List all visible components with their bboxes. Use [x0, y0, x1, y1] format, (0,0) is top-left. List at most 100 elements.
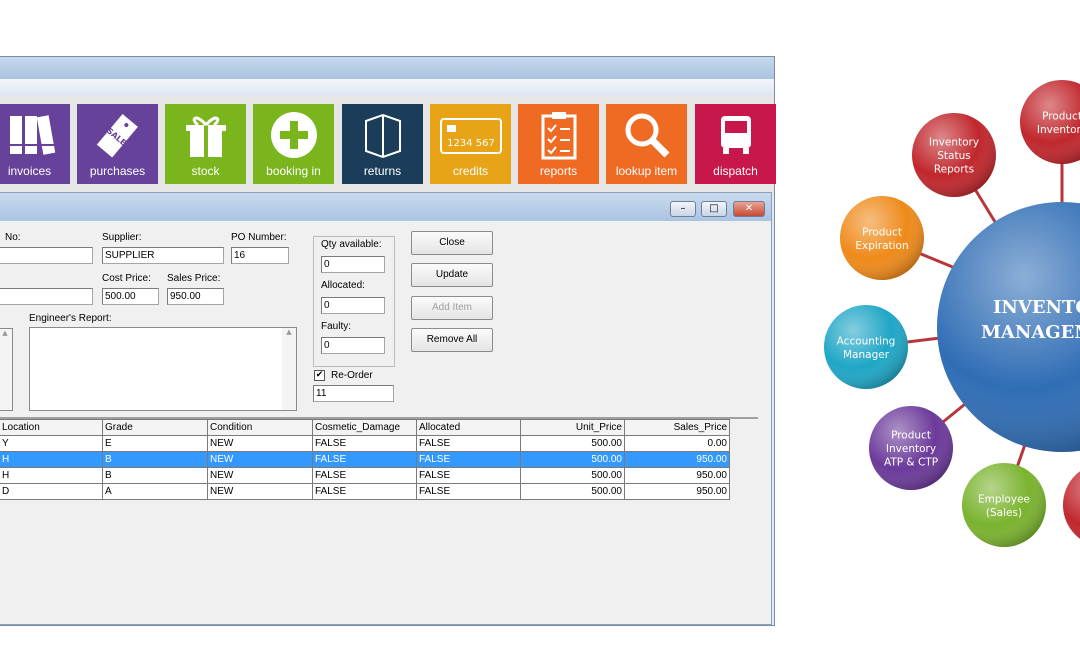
engineers-report-textarea[interactable]: ▲	[29, 327, 297, 411]
node-circle	[1063, 471, 1080, 539]
diagram-node: Employee (Sales)	[962, 463, 1046, 547]
menu-strip	[0, 79, 774, 96]
remove-all-button[interactable]: Remove All	[411, 328, 493, 352]
table-cell[interactable]: FALSE	[416, 467, 521, 484]
tile-lookup-item[interactable]: lookup item	[606, 104, 687, 184]
node-label: Status	[937, 150, 970, 162]
table-cell[interactable]: 500.00	[520, 451, 625, 468]
po-number-field[interactable]: 16	[231, 247, 289, 264]
qty-available-field[interactable]: 0	[321, 256, 385, 273]
reorder-checkbox[interactable]: ✔	[314, 370, 325, 381]
table-cell[interactable]: NEW	[207, 451, 313, 468]
sales-price-field[interactable]: 950.00	[167, 288, 224, 305]
table-cell[interactable]: FALSE	[312, 435, 417, 452]
cost-price-field[interactable]: 500.00	[102, 288, 159, 305]
table-cell[interactable]: FALSE	[416, 435, 521, 452]
minimize-button[interactable]: –	[670, 201, 696, 217]
reorder-field[interactable]: 11	[313, 385, 394, 402]
update-button[interactable]: Update	[411, 263, 493, 287]
table-cell[interactable]: 950.00	[624, 451, 730, 468]
table-cell[interactable]: D	[0, 483, 103, 500]
table-cell[interactable]: 0.00	[624, 435, 730, 452]
tile-credits[interactable]: 1234 567 credits	[430, 104, 511, 184]
table-cell[interactable]: 950.00	[624, 483, 730, 500]
dialog-title-bar: – □ ✕	[0, 193, 771, 221]
column-header[interactable]: Unit_Price	[520, 419, 625, 436]
tile-label: booking in	[266, 164, 321, 178]
table-cell[interactable]: FALSE	[416, 483, 521, 500]
table-cell[interactable]: 950.00	[624, 467, 730, 484]
table-cell[interactable]: 500.00	[520, 435, 625, 452]
sales-price-label: Sales Price:	[167, 273, 221, 284]
add-item-button[interactable]: Add Item	[411, 296, 493, 320]
plus-circle-icon	[253, 110, 334, 160]
node-label: (Sales)	[986, 507, 1022, 519]
credit-card-icon: 1234 567	[430, 110, 511, 160]
table-cell[interactable]: A	[102, 483, 208, 500]
tile-returns[interactable]: returns	[342, 104, 423, 184]
reorder-label: Re-Order	[331, 370, 373, 381]
no-field[interactable]	[0, 247, 93, 264]
allocated-field[interactable]: 0	[321, 297, 385, 314]
stock-items-grid[interactable]: Location Grade Condition Cosmetic_Damage…	[0, 419, 730, 500]
table-cell[interactable]: H	[0, 451, 103, 468]
tile-reports[interactable]: reports	[518, 104, 599, 184]
tile-label: returns	[363, 164, 402, 178]
table-cell[interactable]: 500.00	[520, 467, 625, 484]
faulty-field[interactable]: 0	[321, 337, 385, 354]
table-cell[interactable]: NEW	[207, 483, 313, 500]
tile-invoices[interactable]: invoices	[0, 104, 70, 184]
table-cell[interactable]: NEW	[207, 435, 313, 452]
close-button[interactable]: Close	[411, 231, 493, 255]
column-header[interactable]: Cosmetic_Damage	[312, 419, 417, 436]
column-header[interactable]: Grade	[102, 419, 208, 436]
table-row[interactable]: H B NEW FALSE FALSE 500.00 950.00	[0, 451, 730, 468]
column-header[interactable]: Condition	[207, 419, 313, 436]
node-label: Product	[862, 226, 902, 238]
tile-label: stock	[191, 164, 220, 178]
node-label: Inventory	[929, 137, 979, 149]
table-cell[interactable]: E	[102, 435, 208, 452]
tile-label: invoices	[7, 164, 52, 178]
column-header[interactable]: Location	[0, 419, 103, 436]
table-cell[interactable]: FALSE	[312, 451, 417, 468]
tile-label: credits	[452, 164, 489, 178]
node-label: Employee	[978, 493, 1030, 505]
faulty-label: Faulty:	[321, 321, 352, 332]
table-cell[interactable]: B	[102, 467, 208, 484]
table-row[interactable]: H B NEW FALSE FALSE 500.00 950.00	[0, 467, 730, 484]
tile-stock[interactable]: stock	[165, 104, 246, 184]
tile-dispatch[interactable]: dispatch	[695, 104, 776, 184]
table-cell[interactable]: 500.00	[520, 483, 625, 500]
node-label: Product	[891, 430, 931, 442]
diagram-node: InventoryStatus Reports	[912, 113, 996, 197]
table-cell[interactable]: B	[102, 451, 208, 468]
engineers-report-label: Engineer's Report:	[29, 313, 112, 324]
notes-textarea[interactable]: ▲	[0, 328, 13, 411]
table-cell[interactable]: FALSE	[312, 483, 417, 500]
center-node: INVENTO MANAGEM	[937, 202, 1080, 452]
close-window-button[interactable]: ✕	[733, 201, 765, 217]
node-label: Reports	[934, 164, 974, 176]
node-label: Inventory	[886, 443, 936, 455]
text-field[interactable]	[0, 288, 93, 305]
column-header[interactable]: Allocated	[416, 419, 521, 436]
column-header[interactable]: Sales_Price	[624, 419, 730, 436]
tile-booking-in[interactable]: booking in	[253, 104, 334, 184]
no-label: No:	[5, 232, 21, 243]
table-cell[interactable]: NEW	[207, 467, 313, 484]
diagram-node: ProductInventory ATP & CTP	[869, 406, 953, 490]
scrollbar[interactable]: ▲	[282, 328, 296, 410]
scrollbar[interactable]: ▲	[0, 329, 12, 410]
table-cell[interactable]: FALSE	[416, 451, 521, 468]
tile-purchases[interactable]: SALE purchases	[77, 104, 158, 184]
maximize-button[interactable]: □	[701, 201, 727, 217]
table-row[interactable]: Y E NEW FALSE FALSE 500.00 0.00	[0, 435, 730, 452]
table-row[interactable]: D A NEW FALSE FALSE 500.00 950.00	[0, 483, 730, 500]
node-label: Inventory	[1037, 124, 1080, 136]
table-cell[interactable]: Y	[0, 435, 103, 452]
table-cell[interactable]: H	[0, 467, 103, 484]
magnifier-icon	[606, 110, 687, 160]
supplier-field[interactable]: SUPPLIER	[102, 247, 224, 264]
table-cell[interactable]: FALSE	[312, 467, 417, 484]
